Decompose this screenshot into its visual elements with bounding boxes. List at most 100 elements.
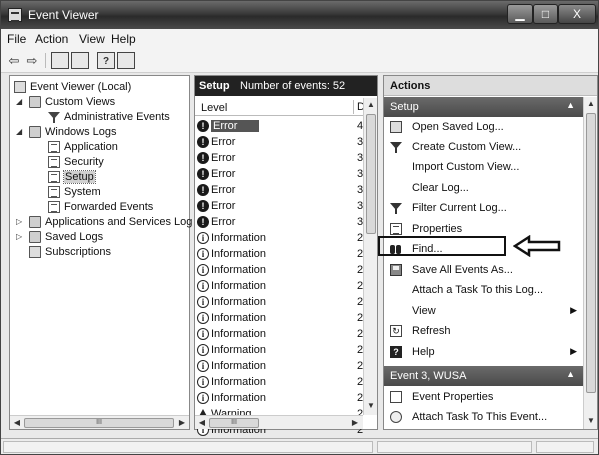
event-row[interactable]: ! Error 3 [197,166,363,182]
collapsed-triangle-icon[interactable]: ▷ [16,217,25,226]
event-row[interactable]: ! Error 3 [197,134,363,150]
event-viewer-window: Event Viewer ▁ □ X File Action View Help… [0,0,599,455]
event-row[interactable]: i Information 2 [197,262,363,278]
event-row[interactable]: i Information 2 [197,246,363,262]
scroll-down-icon[interactable]: ▼ [365,400,377,412]
event-row[interactable]: i Information 2 [197,310,363,326]
tree-item-system[interactable]: System [48,184,101,199]
tree-item-event-viewer-local[interactable]: Event Viewer (Local) [14,79,131,94]
event-level-text: Information [211,296,267,308]
events-vscroll-thumb[interactable] [366,114,376,234]
actions-vscroll-thumb[interactable] [586,113,596,393]
action-open-saved-log[interactable]: Open Saved Log... [384,117,583,137]
filter-icon [390,141,402,153]
action-save-all-events[interactable]: Save All Events As... [384,260,583,280]
tree-item-applications-and-services[interactable]: ▷ Applications and Services Log [16,214,192,229]
expanded-triangle-icon[interactable]: ◢ [16,97,25,106]
event-row[interactable]: i Information 2 [197,230,363,246]
action-help[interactable]: ? Help ▶ [384,342,583,362]
expanded-triangle-icon[interactable]: ◢ [16,127,25,136]
events-horizontal-scrollbar[interactable]: ◀ III ▶ [195,415,363,429]
collapsed-triangle-icon[interactable]: ▷ [16,232,25,241]
event-row[interactable]: i Information 2 [197,342,363,358]
collapse-up-icon[interactable]: ▲ [566,100,575,110]
back-arrow-icon[interactable]: ⇦ [5,52,23,69]
event-row[interactable]: i Information 2 [197,326,363,342]
actions-section-setup[interactable]: Setup ▲ [384,97,583,117]
toolbar-separator [45,53,46,68]
tree-horizontal-scrollbar[interactable]: ◀ III ▶ [10,415,189,429]
action-event-properties[interactable]: Event Properties [384,387,583,407]
column-level[interactable]: Level [201,102,227,114]
maximize-button[interactable]: □ [533,4,558,24]
open-folder-icon [390,121,402,133]
event-level-text: Information [211,312,267,324]
event-row[interactable]: ! Error 4 [197,118,363,134]
event-row[interactable]: ! Error 3 [197,214,363,230]
show-action-pane-icon[interactable] [117,52,135,69]
action-attach-task-to-log[interactable]: Attach a Task To this Log... [384,280,583,300]
column-divider[interactable] [353,100,354,114]
up-folder-icon[interactable] [51,52,69,69]
menu-file[interactable]: File [7,32,26,46]
menu-action[interactable]: Action [35,32,68,46]
menu-help[interactable]: Help [111,32,136,46]
scroll-right-icon[interactable]: ▶ [176,417,188,429]
action-import-custom-view[interactable]: Import Custom View... [384,157,583,177]
action-clear-log[interactable]: Clear Log... [384,178,583,198]
events-hscroll-thumb[interactable]: III [209,418,259,428]
forward-arrow-icon[interactable]: ⇨ [23,52,41,69]
tree-scroll-thumb[interactable]: III [24,418,174,428]
event-row[interactable]: i Information 2 [197,294,363,310]
tree-item-saved-logs[interactable]: ▷ Saved Logs [16,229,103,244]
tree-item-subscriptions[interactable]: Subscriptions [29,244,111,259]
error-icon: ! [197,136,209,148]
action-attach-task-to-event[interactable]: Attach Task To This Event... [384,407,583,427]
action-filter-current-log[interactable]: Filter Current Log... [384,198,583,218]
minimize-button[interactable]: ▁ [507,4,533,24]
scroll-up-icon[interactable]: ▲ [585,98,597,110]
scroll-down-icon[interactable]: ▼ [585,415,597,427]
filter-icon [48,111,60,123]
tree-item-windows-logs[interactable]: ◢ Windows Logs [16,124,117,139]
event-row[interactable]: i Information 2 [197,358,363,374]
event-row[interactable]: ! Error 3 [197,182,363,198]
error-icon: ! [197,184,209,196]
event-level-text: Error [211,152,236,164]
folder-icon [29,95,41,108]
tree-item-application[interactable]: Application [48,139,118,154]
scroll-right-icon[interactable]: ▶ [349,417,361,429]
event-row[interactable]: i Information 2 [197,374,363,390]
tree-item-custom-views[interactable]: ◢ Custom Views [16,94,115,109]
event-row[interactable]: i Information 2 [197,278,363,294]
information-icon: i [197,248,209,260]
event-row[interactable]: ! Error 3 [197,150,363,166]
action-create-custom-view[interactable]: Create Custom View... [384,137,583,157]
error-icon: ! [197,152,209,164]
show-hide-tree-icon[interactable] [71,52,89,69]
help-icon[interactable]: ? [97,52,115,69]
event-row[interactable]: i Information 2 [197,390,363,406]
action-view[interactable]: View ▶ [384,301,583,321]
scroll-left-icon[interactable]: ◀ [196,417,208,429]
events-vertical-scrollbar[interactable]: ▲ ▼ [363,98,377,415]
scroll-up-icon[interactable]: ▲ [365,99,377,111]
actions-vertical-scrollbar[interactable]: ▲ ▼ [583,97,597,429]
status-segment-right [536,441,594,453]
tree-item-setup[interactable]: Setup [48,169,96,184]
scroll-left-icon[interactable]: ◀ [11,417,23,429]
status-segment-main [3,441,373,453]
collapse-up-icon[interactable]: ▲ [566,369,575,379]
event-level: ! Error [197,200,235,212]
title-bar[interactable]: Event Viewer ▁ □ X [1,1,598,29]
actions-section-event[interactable]: Event 3, WUSA ▲ [384,366,583,386]
event-level: i Information [197,344,266,356]
tree-item-security[interactable]: Security [48,154,104,169]
action-refresh[interactable]: ↻ Refresh [384,321,583,341]
tree-item-forwarded-events[interactable]: Forwarded Events [48,199,153,214]
tree-item-administrative-events[interactable]: Administrative Events [48,109,170,124]
menu-view[interactable]: View [79,32,105,46]
event-row[interactable]: ! Error 3 [197,198,363,214]
menu-bar: File Action View Help [1,29,598,49]
close-button[interactable]: X [558,4,596,24]
